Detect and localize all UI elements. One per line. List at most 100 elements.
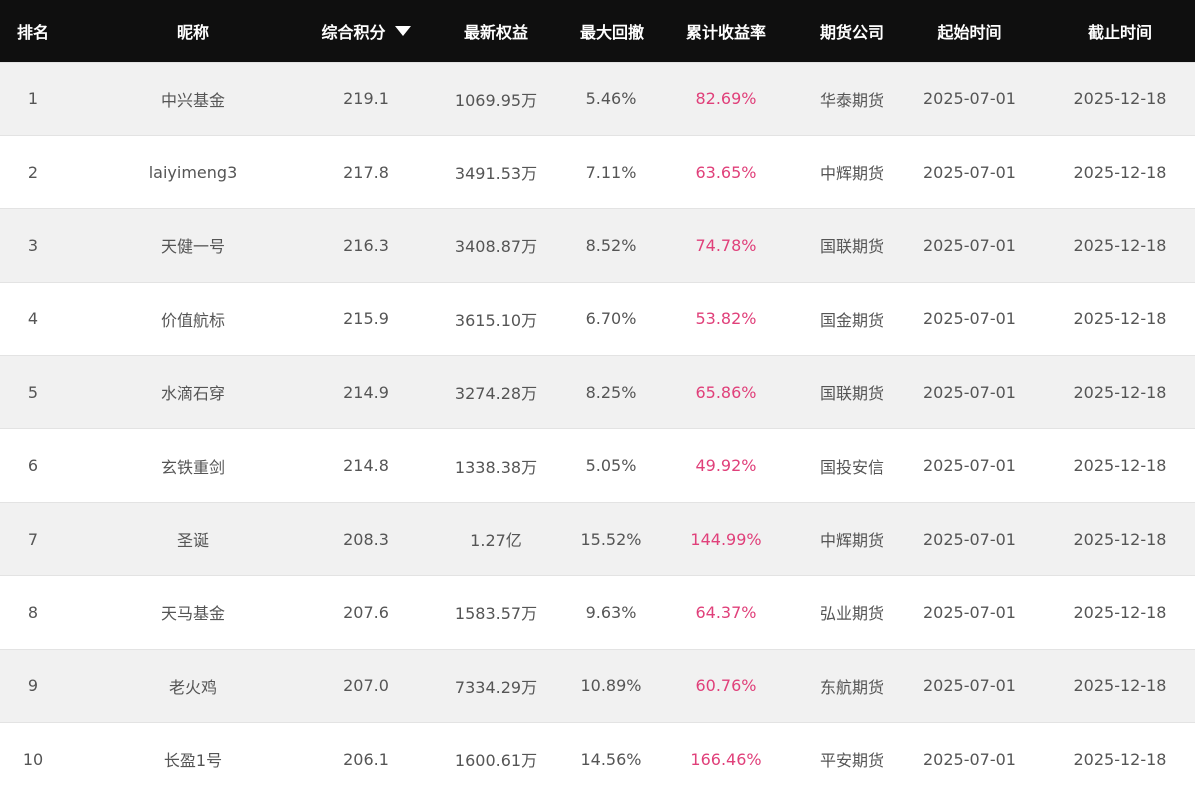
equity-cell: 1.27亿 xyxy=(470,531,522,551)
header-broker[interactable]: 期货公司 xyxy=(810,0,894,62)
nickname-cell[interactable]: 长盈1号 xyxy=(66,723,320,796)
equity-cell: 3615.10万 xyxy=(454,310,538,330)
broker-cell: 平安期货 xyxy=(819,751,884,771)
return-cell: 65.86% xyxy=(695,382,757,402)
end-date-cell: 2025-12-18 xyxy=(1073,89,1167,109)
nickname-cell[interactable]: 玄铁重剑 xyxy=(66,429,320,502)
broker-cell: 国联期货 xyxy=(819,237,884,257)
broker-cell: 中辉期货 xyxy=(819,531,884,551)
broker-cell: 中辉期货 xyxy=(819,164,884,184)
equity-cell: 1600.61万 xyxy=(454,751,538,771)
end-date-cell: 2025-12-18 xyxy=(1073,235,1167,255)
drawdown-cell: 5.46% xyxy=(585,89,637,109)
caret-down-icon[interactable] xyxy=(394,25,411,36)
rank-cell: 6 xyxy=(27,456,39,476)
return-cell: 63.65% xyxy=(695,162,757,182)
broker-cell: 弘业期货 xyxy=(819,604,884,624)
drawdown-cell: 5.05% xyxy=(585,456,637,476)
table-header: 排名 昵称 综合积分 最新权益 最大回撤 累计收益率 期货公司 起始时间 截止时… xyxy=(0,0,1195,62)
score-cell: 216.3 xyxy=(343,235,389,255)
broker-cell: 华泰期货 xyxy=(819,90,884,110)
nickname-cell[interactable]: 天马基金 xyxy=(66,576,320,649)
equity-cell: 1069.95万 xyxy=(454,90,538,110)
nickname-cell[interactable]: 水滴石穿 xyxy=(66,356,320,429)
rank-cell: 3 xyxy=(27,235,39,255)
return-cell: 64.37% xyxy=(695,602,757,622)
equity-cell: 3491.53万 xyxy=(454,164,538,184)
start-date-cell: 2025-07-01 xyxy=(923,382,1016,402)
return-cell: 74.78% xyxy=(695,235,757,255)
table-row[interactable]: 5 水滴石穿 214.9 3274.28万 8.25% 65.86% 国联期货 2025-07… xyxy=(0,355,1195,429)
rank-cell: 4 xyxy=(27,309,39,329)
rank-cell: 10 xyxy=(22,749,44,769)
return-cell: 166.46% xyxy=(690,749,762,769)
equity-cell: 1583.57万 xyxy=(454,604,538,624)
start-date-cell: 2025-07-01 xyxy=(923,529,1016,549)
rank-cell: 7 xyxy=(27,529,39,549)
score-cell: 206.1 xyxy=(343,749,389,769)
equity-cell: 7334.29万 xyxy=(454,677,538,697)
end-date-cell: 2025-12-18 xyxy=(1073,162,1167,182)
end-date-cell: 2025-12-18 xyxy=(1073,309,1167,329)
score-cell: 207.0 xyxy=(343,676,389,696)
end-date-cell: 2025-12-18 xyxy=(1073,676,1167,696)
ranking-table: 排名 昵称 综合积分 最新权益 最大回撤 累计收益率 期货公司 起始时间 截止时… xyxy=(0,0,1195,796)
table-row[interactable]: 3 天健一号 216.3 3408.87万 8.52% 74.78% 国联期货 2025-07… xyxy=(0,208,1195,283)
rank-cell: 1 xyxy=(27,89,39,109)
end-date-cell: 2025-12-18 xyxy=(1073,382,1167,402)
header-drawdown[interactable]: 最大回撤 xyxy=(580,0,644,62)
rank-cell: 2 xyxy=(27,162,39,182)
start-date-cell: 2025-07-01 xyxy=(923,89,1016,109)
drawdown-cell: 8.52% xyxy=(585,235,637,255)
table-row[interactable]: 4 价值航标 215.9 3615.10万 6.70% 53.82% 国金期货 2025-07… xyxy=(0,282,1195,356)
header-row: 排名 昵称 综合积分 最新权益 最大回撤 累计收益率 期货公司 起始时间 截止时… xyxy=(0,0,1195,62)
score-cell: 208.3 xyxy=(343,529,389,549)
table-row[interactable]: 6 玄铁重剑 214.8 1338.38万 5.05% 49.92% 国投安信 2025-07… xyxy=(0,428,1195,503)
score-cell: 219.1 xyxy=(343,89,389,109)
header-start-date[interactable]: 起始时间 xyxy=(894,0,1045,62)
score-cell: 217.8 xyxy=(343,162,389,182)
broker-cell: 东航期货 xyxy=(819,677,884,697)
start-date-cell: 2025-07-01 xyxy=(923,602,1016,622)
equity-cell: 3408.87万 xyxy=(454,237,538,257)
equity-cell: 3274.28万 xyxy=(454,384,538,404)
start-date-cell: 2025-07-01 xyxy=(923,162,1016,182)
nickname-cell[interactable]: 圣诞 xyxy=(66,502,320,575)
header-end-date[interactable]: 截止时间 xyxy=(1045,0,1195,62)
table-row[interactable]: 1 中兴基金 219.1 1069.95万 5.46% 82.69% 华泰期货 2025-07… xyxy=(0,62,1195,136)
header-equity[interactable]: 最新权益 xyxy=(412,0,580,62)
table-row[interactable]: 8 天马基金 207.6 1583.57万 9.63% 64.37% 弘业期货 2025-07… xyxy=(0,575,1195,650)
start-date-cell: 2025-07-01 xyxy=(923,235,1016,255)
rank-cell: 9 xyxy=(27,676,39,696)
header-nickname[interactable]: 昵称 xyxy=(66,0,320,62)
nickname-cell[interactable]: 老火鸡 xyxy=(66,649,320,722)
table-row[interactable]: 9 老火鸡 207.0 7334.29万 10.89% 60.76% 东航期货 2025-07… xyxy=(0,649,1195,723)
header-return[interactable]: 累计收益率 xyxy=(642,0,810,62)
drawdown-cell: 6.70% xyxy=(585,309,637,329)
table-row[interactable]: 7 圣诞 208.3 1.27亿 15.52% 144.99% 中辉期货 2025-07-01… xyxy=(0,502,1195,576)
nickname-cell[interactable]: 价值航标 xyxy=(66,282,320,355)
table-body: 1 中兴基金 219.1 1069.95万 5.46% 82.69% 华泰期货 2025-07… xyxy=(0,62,1195,796)
nickname-cell[interactable]: 天健一号 xyxy=(66,209,320,282)
broker-cell: 国投安信 xyxy=(819,457,884,477)
header-rank[interactable]: 排名 xyxy=(0,0,66,62)
header-score-label[interactable]: 综合积分 xyxy=(321,23,385,42)
score-cell: 214.8 xyxy=(343,456,389,476)
broker-cell: 国联期货 xyxy=(819,384,884,404)
start-date-cell: 2025-07-01 xyxy=(923,676,1016,696)
start-date-cell: 2025-07-01 xyxy=(923,749,1016,769)
table-row[interactable]: 2 laiyimeng3 217.8 3491.53万 7.11% 63.65% 中辉期货 2… xyxy=(0,135,1195,209)
score-cell: 214.9 xyxy=(343,382,389,402)
table-row[interactable]: 10 长盈1号 206.1 1600.61万 14.56% 166.46% 平安期货 2025… xyxy=(0,722,1195,796)
nickname-cell[interactable]: laiyimeng3 xyxy=(66,135,320,208)
end-date-cell: 2025-12-18 xyxy=(1073,602,1167,622)
nickname-cell[interactable]: 中兴基金 xyxy=(66,62,320,135)
drawdown-cell: 9.63% xyxy=(585,602,637,622)
header-score[interactable]: 综合积分 xyxy=(320,0,412,62)
end-date-cell: 2025-12-18 xyxy=(1073,749,1167,769)
start-date-cell: 2025-07-01 xyxy=(923,456,1016,476)
drawdown-cell: 14.56% xyxy=(580,749,642,769)
broker-cell: 国金期货 xyxy=(819,310,884,330)
start-date-cell: 2025-07-01 xyxy=(923,309,1016,329)
drawdown-cell: 8.25% xyxy=(585,382,637,402)
